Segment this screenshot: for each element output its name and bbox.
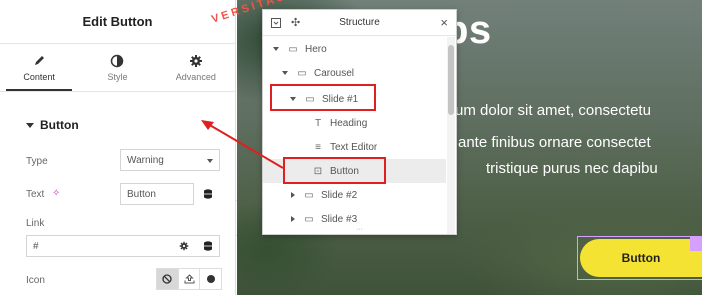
section-button-header[interactable]: Button [26, 118, 79, 132]
close-icon[interactable]: × [440, 15, 448, 30]
panel-tabs: Content Style Advanced [0, 44, 235, 92]
type-select[interactable]: Warning [120, 149, 220, 171]
hero-text-line-1[interactable]: um dolor sit amet, consectetu [455, 102, 651, 119]
tree-item-label: Slide #3 [321, 213, 358, 225]
expand-right-icon [291, 192, 295, 198]
link-input-value: # [33, 240, 39, 252]
section-icon: ▭ [288, 43, 298, 55]
section-title: Button [40, 118, 79, 132]
structure-header: ✣ Structure × [263, 10, 456, 36]
caret-down-icon [26, 122, 34, 128]
structure-scrollbar[interactable] [447, 37, 455, 234]
link-database-icon[interactable] [198, 236, 218, 256]
annotation-box-slide-1 [270, 84, 376, 111]
container-icon: ▭ [304, 189, 314, 201]
tree-item-label: Text Editor [330, 141, 378, 153]
tree-item-carousel[interactable]: ▭ Carousel [263, 61, 446, 85]
hero-button-label: Button [621, 251, 661, 265]
link-options-gear-icon[interactable] [174, 236, 194, 256]
hero-button[interactable]: Button [580, 239, 702, 277]
upload-icon-option[interactable] [177, 269, 200, 289]
tab-style[interactable]: Style [78, 44, 156, 91]
upload-icon [184, 274, 194, 284]
tab-style-label: Style [107, 71, 128, 82]
container-icon: ▭ [304, 213, 314, 225]
tree-item-slide-2[interactable]: ▭ Slide #2 [263, 183, 446, 207]
icon-choice-group [156, 268, 222, 290]
tab-content[interactable]: Content [0, 44, 78, 91]
tab-content-label: Content [23, 71, 55, 82]
tab-advanced[interactable]: Advanced [157, 44, 235, 91]
icon-label: Icon [26, 275, 45, 286]
tree-item-heading[interactable]: T Heading [263, 111, 446, 135]
link-label: Link [26, 218, 45, 229]
gear-icon [189, 54, 202, 67]
expand-down-icon [273, 47, 279, 51]
tab-advanced-label: Advanced [175, 71, 216, 82]
circle-icon [206, 275, 215, 283]
tree-item-label: Carousel [314, 67, 355, 79]
editor-panel: Edit Button Content Style Advanced Butto… [0, 0, 236, 295]
tree-item-label: Hero [305, 43, 327, 55]
carousel-icon: ▭ [297, 67, 307, 79]
hero-text-line-3[interactable]: tristique purus nec dapibu [486, 160, 658, 177]
dynamic-tags-icon[interactable]: ✧ [52, 188, 60, 199]
annotation-box-button [283, 157, 386, 184]
heading-icon: T [314, 117, 322, 129]
text-editor-icon: ≡ [315, 141, 321, 153]
icon-library-option[interactable] [199, 269, 221, 289]
panel-header: Edit Button [0, 0, 235, 44]
structure-title: Structure [339, 17, 380, 28]
tree-item-text-editor[interactable]: ≡ Text Editor [263, 135, 446, 159]
type-label: Type [26, 156, 48, 167]
edit-handle-icon[interactable] [690, 237, 702, 251]
structure-scrollbar-thumb[interactable] [448, 45, 454, 115]
structure-panel: ✣ Structure × ▭ Hero ▭ Carousel ▭ Slide … [262, 9, 457, 235]
expand-right-icon [291, 216, 295, 222]
half-circle-icon [111, 54, 124, 67]
no-icon-option[interactable] [157, 269, 178, 289]
text-input[interactable]: Button [120, 183, 194, 205]
ban-icon [162, 274, 172, 284]
database-icon[interactable] [198, 184, 218, 204]
tree-item-label: Slide #2 [321, 189, 358, 201]
expand-down-icon [282, 71, 288, 75]
chevron-down-icon [207, 159, 213, 163]
pencil-icon [35, 55, 45, 65]
hero-text-line-2[interactable]: ante finibus ornare consectet [458, 134, 651, 151]
text-input-value: Button [127, 188, 156, 200]
type-select-value: Warning [127, 154, 164, 166]
tree-item-hero[interactable]: ▭ Hero [263, 37, 446, 61]
text-label: Text [26, 189, 45, 200]
tree-item-label: Heading [330, 117, 368, 129]
panel-title: Edit Button [82, 14, 153, 29]
resize-handle[interactable]: ··· [263, 226, 456, 234]
